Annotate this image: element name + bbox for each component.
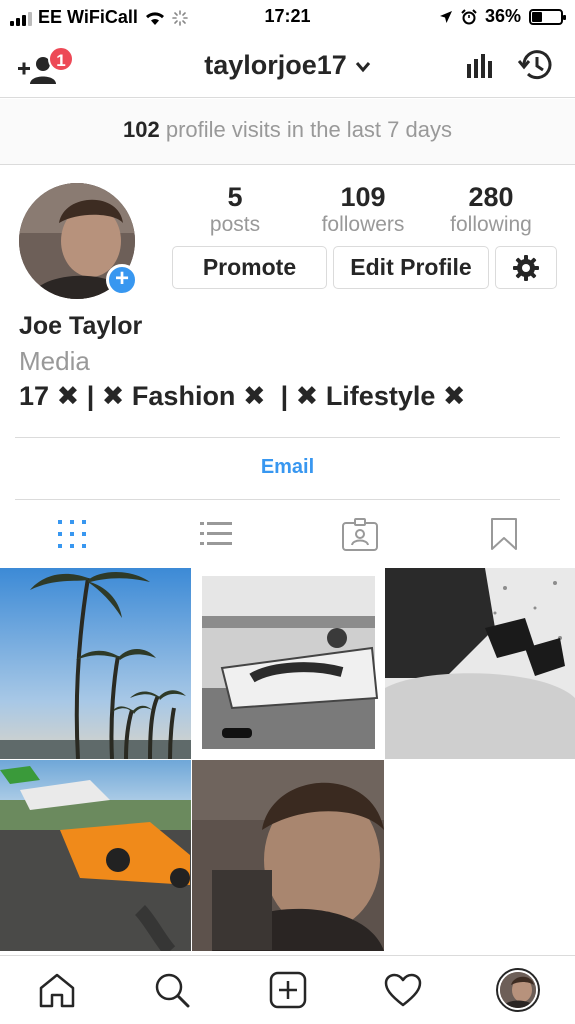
top-nav: 1 taylorjoe17 bbox=[0, 34, 575, 98]
tab-tagged[interactable] bbox=[288, 500, 431, 568]
nav-activity[interactable] bbox=[383, 970, 423, 1010]
home-icon bbox=[39, 973, 75, 1008]
shoes-photo bbox=[385, 568, 575, 759]
cross-icon: ✖ bbox=[101, 381, 125, 411]
followers-label: followers bbox=[321, 213, 405, 236]
alarm-icon bbox=[461, 8, 477, 24]
palm-trees-photo bbox=[0, 568, 191, 759]
followers-count: 109 bbox=[340, 182, 386, 212]
status-bar: EE WiFiCall 17:21 36% bbox=[0, 0, 575, 34]
nav-search[interactable] bbox=[152, 970, 192, 1010]
grid-post[interactable] bbox=[192, 760, 384, 951]
supercars-photo bbox=[0, 760, 191, 951]
bio-age: 17 bbox=[19, 381, 50, 411]
add-story-button[interactable]: + bbox=[106, 264, 138, 296]
nav-new-post[interactable] bbox=[268, 970, 308, 1010]
posts-label: posts bbox=[209, 213, 261, 236]
following-label: following bbox=[450, 213, 532, 236]
insights-icon[interactable] bbox=[466, 52, 494, 78]
grid-post[interactable] bbox=[0, 760, 191, 951]
grid-post[interactable] bbox=[385, 568, 575, 759]
battery-icon bbox=[529, 8, 566, 25]
following-count: 280 bbox=[468, 182, 514, 212]
cross-icon: ✖ bbox=[442, 381, 466, 411]
selfie-photo bbox=[192, 760, 384, 951]
profile-tabs bbox=[0, 500, 575, 568]
search-icon bbox=[155, 973, 190, 1008]
status-right: 36% bbox=[439, 6, 566, 27]
profile-category: Media bbox=[19, 346, 90, 376]
tab-saved[interactable] bbox=[432, 500, 575, 568]
stat-followers[interactable]: 109 followers bbox=[298, 182, 428, 238]
cross-icon: ✖ bbox=[295, 381, 319, 411]
activity-icon bbox=[384, 973, 422, 1007]
new-post-icon bbox=[269, 971, 307, 1009]
settings-button[interactable] bbox=[495, 246, 557, 289]
cross-icon: ✖ bbox=[242, 381, 266, 411]
nav-home[interactable] bbox=[37, 970, 77, 1010]
bio-fashion: Fashion bbox=[131, 381, 236, 411]
grid-post[interactable] bbox=[192, 568, 384, 759]
location-icon bbox=[439, 10, 452, 23]
bio-separator: | bbox=[280, 381, 289, 411]
divider bbox=[15, 437, 560, 438]
battery-percent: 36% bbox=[484, 6, 521, 26]
full-name: Joe Taylor bbox=[19, 312, 143, 340]
bottom-nav bbox=[0, 955, 575, 1024]
profile-avatar-thumb bbox=[500, 972, 536, 1008]
tab-list[interactable] bbox=[144, 500, 287, 568]
grid-icon bbox=[57, 520, 86, 548]
tagged-icon bbox=[341, 518, 378, 551]
bio-separator: | bbox=[86, 381, 95, 411]
bio-lifestyle: Lifestyle bbox=[325, 381, 436, 411]
nav-profile[interactable] bbox=[496, 968, 540, 1012]
poolside-photo bbox=[192, 568, 384, 759]
visits-count: 102 bbox=[123, 117, 160, 142]
gear-icon bbox=[513, 254, 539, 281]
list-icon bbox=[199, 522, 232, 545]
archive-history-icon[interactable] bbox=[518, 48, 554, 82]
visits-text: profile visits in the last 7 days bbox=[165, 117, 452, 142]
saved-icon bbox=[490, 518, 517, 550]
stat-posts[interactable]: 5 posts bbox=[170, 182, 300, 238]
username-label: taylorjoe17 bbox=[204, 50, 347, 80]
stat-following[interactable]: 280 following bbox=[426, 182, 556, 238]
tab-grid[interactable] bbox=[0, 500, 143, 568]
promote-button[interactable]: Promote bbox=[172, 246, 327, 289]
grid-post[interactable] bbox=[0, 568, 191, 759]
posts-count: 5 bbox=[227, 182, 243, 212]
cross-icon: ✖ bbox=[56, 381, 80, 411]
email-button[interactable]: Email bbox=[0, 456, 575, 479]
edit-profile-button[interactable]: Edit Profile bbox=[333, 246, 489, 289]
chevron-down-icon bbox=[355, 61, 370, 73]
bio-text: 17 ✖ | ✖ Fashion ✖ | ✖ Lifestyle ✖ bbox=[19, 381, 466, 412]
profile-visits-banner[interactable]: 102 profile visits in the last 7 days bbox=[0, 99, 575, 165]
